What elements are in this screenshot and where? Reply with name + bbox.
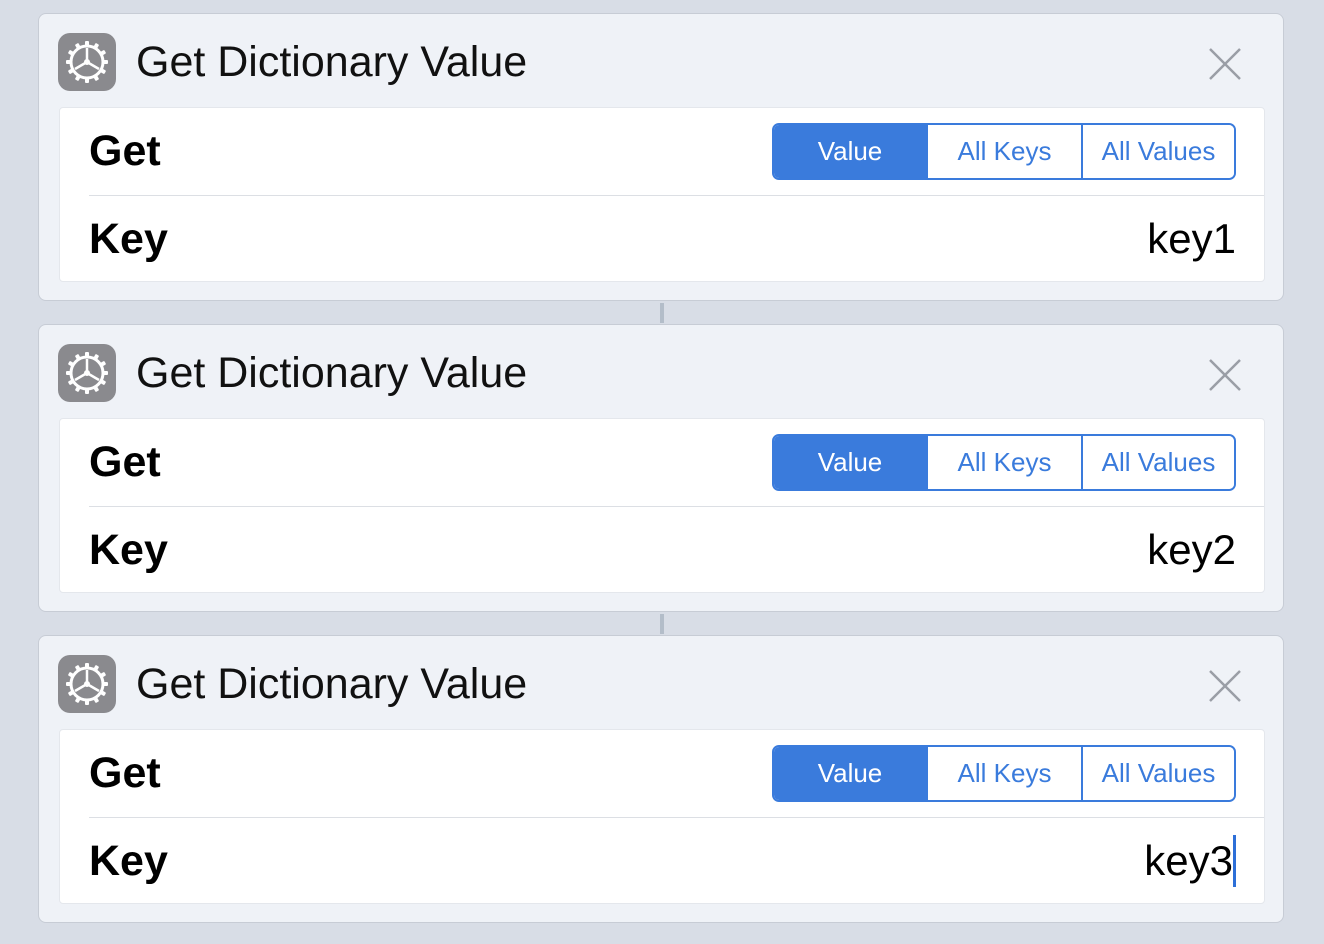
- action-parameters: Get Value All Keys All Values Key key3: [59, 729, 1265, 904]
- action-card: Get Dictionary Value Get Value All Keys …: [38, 13, 1284, 301]
- get-row: Get Value All Keys All Values: [60, 419, 1264, 506]
- text-cursor: [1233, 835, 1236, 887]
- close-icon: [1209, 359, 1241, 391]
- action-title: Get Dictionary Value: [136, 38, 528, 86]
- action-title: Get Dictionary Value: [136, 349, 528, 397]
- segment-value[interactable]: Value: [774, 436, 926, 489]
- close-icon: [1209, 670, 1241, 702]
- gear-icon: [58, 33, 116, 91]
- get-row: Get Value All Keys All Values: [60, 108, 1264, 195]
- segment-all-keys[interactable]: All Keys: [926, 747, 1081, 800]
- key-row: Key key3: [60, 818, 1264, 905]
- action-title: Get Dictionary Value: [136, 660, 528, 708]
- segment-all-keys[interactable]: All Keys: [926, 436, 1081, 489]
- action-connector: [660, 614, 664, 634]
- close-icon: [1209, 48, 1241, 80]
- action-card: Get Dictionary Value Get Value All Keys …: [38, 635, 1284, 923]
- key-label: Key: [89, 215, 168, 263]
- action-parameters: Get Value All Keys All Values Key key2: [59, 418, 1265, 593]
- key-value: key1: [1147, 215, 1236, 262]
- close-button[interactable]: [1201, 40, 1249, 88]
- get-segmented-control: Value All Keys All Values: [772, 434, 1236, 491]
- gear-icon: [58, 344, 116, 402]
- close-button[interactable]: [1201, 662, 1249, 710]
- action-card: Get Dictionary Value Get Value All Keys …: [38, 324, 1284, 612]
- gear-icon: [58, 655, 116, 713]
- key-input[interactable]: key1: [1147, 213, 1236, 265]
- key-value: key3: [1144, 837, 1233, 884]
- segment-value[interactable]: Value: [774, 125, 926, 178]
- segment-all-values[interactable]: All Values: [1081, 436, 1234, 489]
- segment-all-values[interactable]: All Values: [1081, 747, 1234, 800]
- get-row: Get Value All Keys All Values: [60, 730, 1264, 817]
- key-input[interactable]: key3: [1144, 835, 1236, 887]
- close-button[interactable]: [1201, 351, 1249, 399]
- action-parameters: Get Value All Keys All Values Key key1: [59, 107, 1265, 282]
- get-segmented-control: Value All Keys All Values: [772, 123, 1236, 180]
- key-input[interactable]: key2: [1147, 524, 1236, 576]
- get-segmented-control: Value All Keys All Values: [772, 745, 1236, 802]
- segment-value[interactable]: Value: [774, 747, 926, 800]
- key-value: key2: [1147, 526, 1236, 573]
- segment-all-values[interactable]: All Values: [1081, 125, 1234, 178]
- get-label: Get: [89, 749, 161, 797]
- key-row: Key key2: [60, 507, 1264, 594]
- key-label: Key: [89, 526, 168, 574]
- get-label: Get: [89, 438, 161, 486]
- key-label: Key: [89, 837, 168, 885]
- get-label: Get: [89, 127, 161, 175]
- segment-all-keys[interactable]: All Keys: [926, 125, 1081, 178]
- key-row: Key key1: [60, 196, 1264, 283]
- action-connector: [660, 303, 664, 323]
